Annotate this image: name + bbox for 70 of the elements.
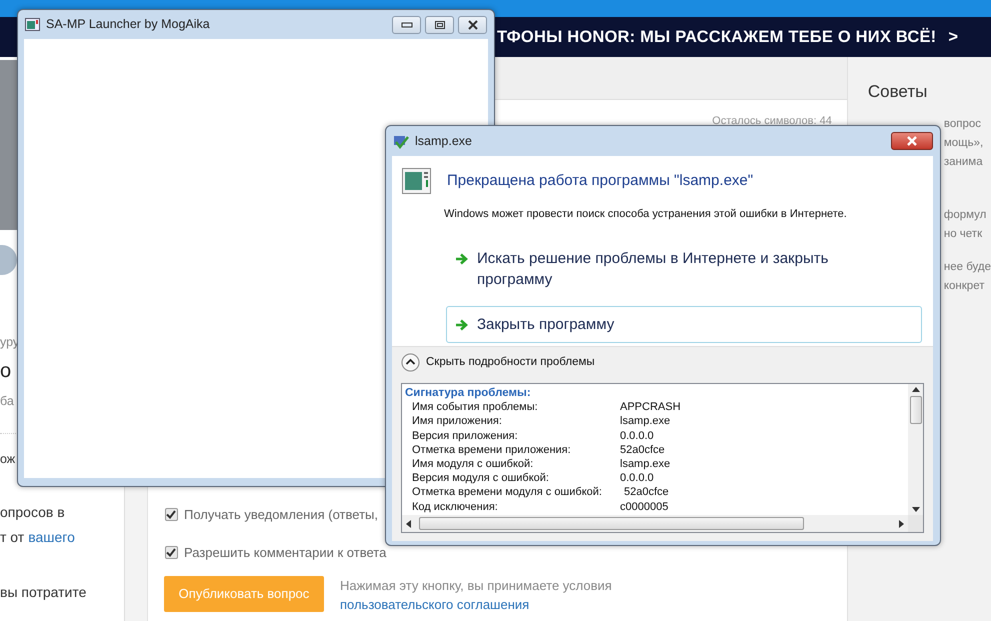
detail-value: lsamp.exe	[620, 414, 670, 429]
banner-arrow[interactable]: >	[948, 24, 958, 50]
close-icon	[466, 20, 480, 30]
detail-value: APPCRASH	[620, 400, 681, 414]
detail-name: Имя приложения:	[412, 414, 503, 429]
tips-title: Советы	[868, 81, 928, 103]
banner-text: ТФОНЫ HONOR: МЫ РАССКАЖЕМ ТЕБЕ О НИХ ВСЁ!	[497, 26, 936, 48]
checkbox-label: Получать уведомления (ответы,	[184, 506, 378, 524]
detail-value: 0.0.0.0	[620, 428, 654, 443]
text-fragment: вы потратите	[0, 583, 88, 602]
close-button[interactable]	[891, 132, 933, 150]
text-link[interactable]: вашего	[28, 529, 75, 546]
tip-fragment: формул	[944, 208, 988, 222]
terms-text: Нажимая эту кнопку, вы принимаете условия пользовательского соглашения	[340, 577, 612, 614]
detail-name: Имя модуля с ошибкой:	[412, 457, 534, 472]
program-icon	[393, 134, 409, 148]
heading-fragment: о	[0, 358, 12, 384]
detail-name: Версия модуля с ошибкой:	[412, 471, 550, 486]
scroll-thumb[interactable]	[419, 517, 804, 530]
arrow-icon	[455, 252, 469, 264]
detail-value: 52a0cfce	[624, 485, 669, 500]
checkbox[interactable]	[164, 508, 178, 522]
horizontal-scrollbar[interactable]	[402, 515, 908, 532]
dialog-heading: Прекращена работа программы "lsamp.exe"	[447, 170, 754, 191]
arrow-icon	[455, 318, 469, 330]
text-fragment: опросов в	[0, 503, 66, 522]
details-heading: Сигнатура проблемы:	[405, 386, 532, 400]
checkbox-label: Разрешить комментарии к ответа	[184, 544, 386, 562]
detail-name: Имя события проблемы:	[412, 400, 539, 414]
tip-fragment: занима	[944, 154, 984, 170]
checkbox[interactable]	[164, 546, 178, 559]
close-button[interactable]	[458, 16, 487, 34]
terms-link[interactable]: пользовательского соглашения	[340, 597, 530, 612]
detail-value: 52a0cfce	[620, 442, 665, 458]
detail-value: lsamp.exe	[620, 457, 670, 472]
detail-name: Код исключения:	[412, 500, 499, 514]
detail-value: c0000005	[620, 500, 668, 514]
text-fragment: ба	[0, 392, 15, 410]
tip-fragment: вопрос	[944, 116, 982, 132]
scroll-up-icon[interactable]	[912, 387, 920, 392]
tip-fragment: мощь»,	[944, 136, 984, 150]
detail-name: Отметка времени приложения:	[412, 442, 572, 458]
vertical-scrollbar[interactable]	[908, 384, 923, 515]
window-title: SA-MP Launcher by MogAika	[46, 16, 210, 34]
text-fragment: т от	[0, 529, 24, 546]
detail-name: Отметка времени модуля с ошибкой:	[412, 485, 602, 500]
scroll-down-icon[interactable]	[912, 507, 920, 512]
ad-banner[interactable]: ТФОНЫ HONOR: МЫ РАССКАЖЕМ ТЕБЕ О НИХ ВСЁ! >	[495, 17, 991, 57]
detail-name: Версия приложения:	[412, 428, 519, 443]
dialog-title: lsamp.exe	[415, 132, 472, 150]
maximize-button[interactable]	[425, 16, 454, 34]
details-toggle[interactable]: Скрыть подробности проблемы	[401, 353, 595, 372]
tip-fragment: но четк	[944, 226, 984, 242]
maximize-icon	[434, 20, 446, 30]
tip-fragment: нее буде	[944, 260, 991, 274]
scroll-thumb[interactable]	[910, 396, 922, 424]
dialog-message: Windows может провести поиск способа устранения этой ошибки в Интернете.	[444, 207, 848, 222]
char-counter: Осталось символов: 44	[711, 114, 833, 129]
detail-value: 0.0.0.0	[620, 471, 654, 486]
scroll-right-icon[interactable]	[899, 520, 904, 528]
scroll-left-icon[interactable]	[406, 520, 411, 528]
command-link[interactable]: Закрыть программу	[446, 306, 922, 342]
app-icon	[25, 18, 40, 31]
tip-fragment: конкрет	[944, 278, 986, 294]
command-link[interactable]: Искать решение проблемы в Интернете и закрыть программу	[446, 240, 922, 298]
minimize-icon	[400, 22, 412, 28]
close-icon	[906, 136, 918, 146]
minimize-button[interactable]	[392, 16, 421, 34]
scrollbar-corner	[908, 515, 923, 532]
window-icon	[402, 168, 431, 194]
